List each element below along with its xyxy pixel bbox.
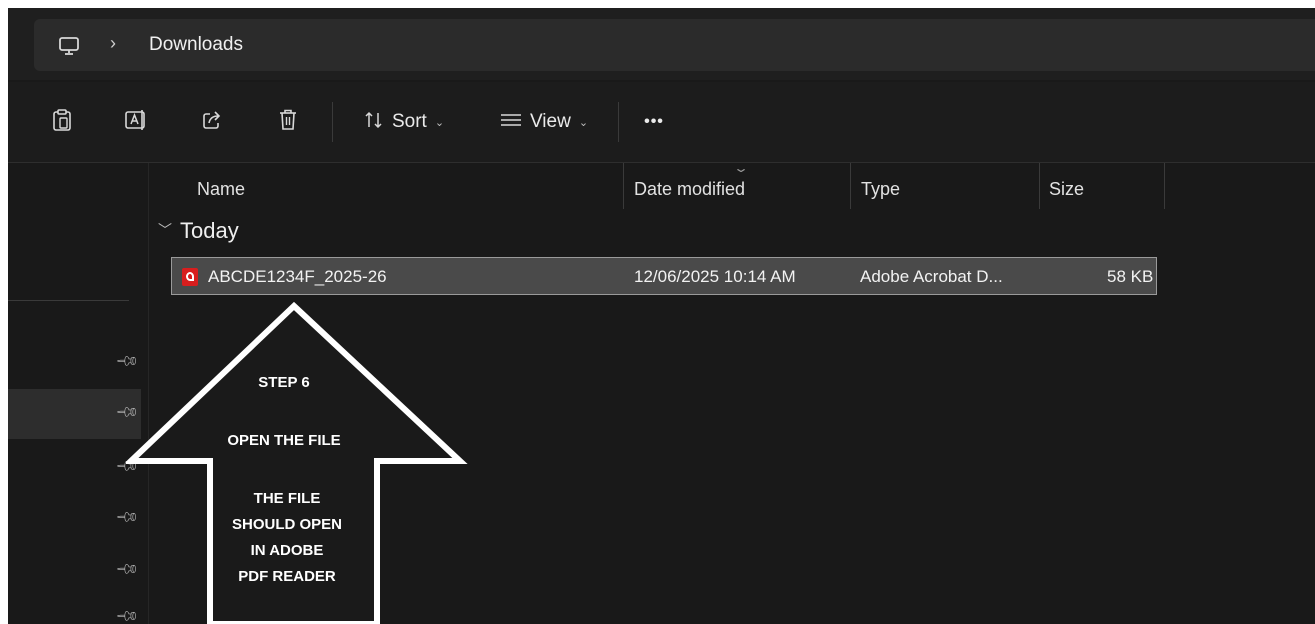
file-date-modified: 12/06/2025 10:14 AM — [634, 267, 796, 286]
file-size: 58 KB — [1107, 267, 1154, 286]
file-name: ABCDE1234F_2025-26 — [208, 267, 387, 286]
address-bar: › Downloads — [8, 8, 1315, 80]
column-size-label: Size — [1049, 179, 1085, 199]
rename-icon — [124, 109, 148, 136]
file-explorer-window: › Downloads Sort ⌄ View ⌄ ••• 📌︎ 📌︎ 📌︎ 📌… — [8, 8, 1315, 624]
rename-button[interactable] — [119, 104, 153, 140]
column-date-label: Date modified — [634, 179, 746, 199]
sidebar-item-pinned-3[interactable]: 📌︎ — [8, 445, 141, 495]
sidebar-item-pinned-6[interactable]: 📌︎ — [8, 599, 141, 624]
sidebar-item-pinned-5[interactable]: 📌︎ — [8, 548, 141, 598]
view-button[interactable]: View ⌄ — [490, 104, 598, 140]
file-row[interactable]: ABCDE1234F_2025-26 12/06/2025 10:14 AM A… — [171, 257, 1157, 295]
annotation-step: STEP 6 — [258, 374, 310, 391]
address-field[interactable]: › Downloads — [34, 19, 1315, 71]
monitor-icon[interactable] — [58, 36, 80, 61]
view-label: View — [529, 111, 571, 132]
annotation-line-4: PDF READER — [238, 568, 336, 585]
chevron-down-icon: ⌄ — [434, 116, 445, 129]
delete-button[interactable] — [273, 104, 303, 140]
paste-icon — [52, 108, 72, 137]
annotation-line-3: IN ADOBE — [250, 542, 324, 559]
column-header-date-modified[interactable]: Date modified — [625, 163, 849, 209]
breadcrumb-downloads[interactable]: Downloads — [149, 34, 243, 56]
column-header-type[interactable]: Type — [851, 163, 1039, 209]
annotation-line-2: SHOULD OPEN — [231, 516, 342, 533]
paste-button[interactable] — [46, 104, 78, 140]
column-divider[interactable] — [1164, 163, 1165, 209]
group-header-today[interactable]: ﹀ Today — [158, 218, 239, 244]
pdf-icon — [182, 268, 198, 286]
share-button[interactable] — [195, 104, 229, 140]
column-header-name[interactable]: Name — [149, 163, 625, 209]
toolbar-separator — [332, 102, 333, 142]
sidebar-item-pinned-2[interactable]: 📌︎ — [8, 389, 141, 439]
file-type: Adobe Acrobat D... — [860, 267, 1003, 286]
more-options-button[interactable]: ••• — [636, 104, 672, 140]
annotation-line-1: THE FILE — [253, 490, 321, 507]
group-label: Today — [180, 218, 239, 243]
share-icon — [201, 109, 223, 136]
column-divider[interactable] — [623, 163, 624, 209]
list-view-icon — [500, 112, 522, 133]
more-icon: ••• — [644, 113, 664, 130]
column-header-size[interactable]: Size — [1040, 163, 1164, 209]
sort-button[interactable]: Sort ⌄ — [354, 104, 454, 140]
command-bar: Sort ⌄ View ⌄ ••• — [8, 82, 1315, 163]
sidebar-item-pinned-4[interactable]: 📌︎ — [8, 496, 141, 546]
breadcrumb-separator[interactable]: › — [110, 33, 116, 54]
delete-icon — [278, 108, 298, 137]
column-headers: Name ⌄ Date modified Type Size — [149, 161, 1315, 209]
column-name-label: Name — [197, 179, 246, 199]
sort-icon — [364, 110, 384, 135]
sort-label: Sort — [391, 111, 427, 132]
sidebar-item-pinned-1[interactable]: 📌︎ — [8, 339, 141, 389]
chevron-down-icon: ⌄ — [578, 116, 589, 129]
sidebar-divider — [8, 300, 129, 301]
chevron-down-icon: ﹀ — [158, 222, 172, 238]
annotation-instruction: OPEN THE FILE — [227, 432, 341, 449]
column-type-label: Type — [861, 179, 901, 199]
toolbar-separator — [618, 102, 619, 142]
